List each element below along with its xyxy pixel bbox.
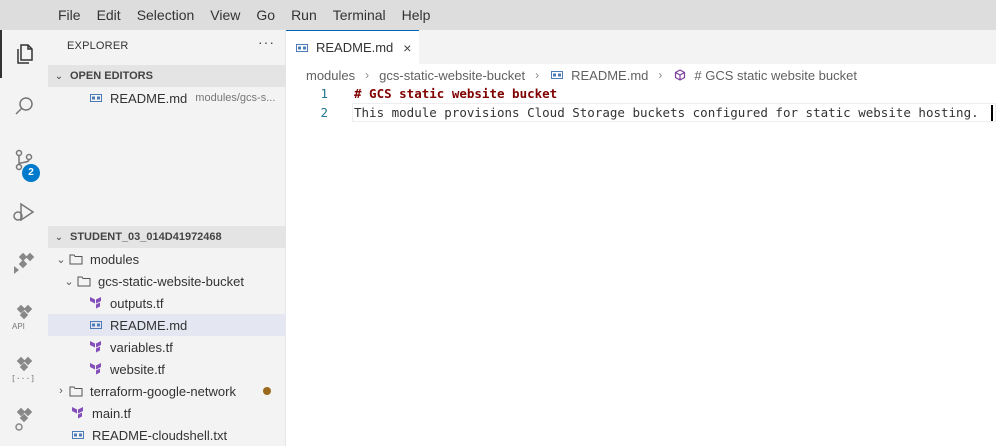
secret-manager-icon	[11, 407, 37, 433]
terraform-file-icon	[88, 295, 104, 311]
source-control-badge: 2	[22, 164, 40, 182]
source-control-activity-button[interactable]: 2	[0, 136, 48, 184]
chevron-down-icon: ⌄	[54, 231, 64, 243]
workspace-header[interactable]: ⌄ STUDENT_03_014D41972468	[48, 226, 286, 248]
menu-bar: File Edit Selection View Go Run Terminal…	[0, 0, 996, 30]
explorer-activity-button[interactable]	[0, 30, 48, 78]
menu-go[interactable]: Go	[248, 0, 283, 30]
tree-label: main.tf	[92, 405, 132, 421]
code-editor[interactable]: 1 # GCS static website bucket 2 This mod…	[286, 84, 996, 122]
tree-label: variables.tf	[110, 339, 173, 355]
chevron-right-icon: ›	[535, 68, 540, 82]
chevron-down-icon: ⌄	[56, 253, 66, 266]
tree-label: terraform-google-network	[90, 383, 236, 399]
menu-terminal[interactable]: Terminal	[325, 0, 394, 30]
explorer-sidebar: EXPLORER ··· ⌄ OPEN EDITORS README.md mo…	[48, 30, 286, 446]
menu-run[interactable]: Run	[283, 0, 325, 30]
breadcrumb-file[interactable]: README.md	[571, 68, 648, 83]
tree-file-website[interactable]: website.tf	[48, 358, 286, 380]
secret-manager-activity-button[interactable]	[0, 396, 48, 444]
tree-file-variables[interactable]: variables.tf	[48, 336, 286, 358]
api-label: API	[12, 322, 25, 331]
line-text[interactable]: This module provisions Cloud Storage buc…	[354, 103, 979, 122]
menu-view[interactable]: View	[202, 0, 248, 30]
line-number: 1	[320, 86, 328, 101]
folder-icon	[68, 383, 84, 399]
terraform-file-icon	[88, 339, 104, 355]
code-label: [···]	[11, 374, 36, 383]
symbol-icon	[672, 67, 688, 83]
tree-folder-modules[interactable]: ⌄ modules	[48, 248, 286, 270]
tree-label: gcs-static-website-bucket	[98, 273, 244, 289]
tree-label: website.tf	[110, 361, 165, 377]
search-icon	[12, 94, 36, 118]
open-editor-path: modules/gcs-s...	[195, 92, 276, 104]
tree-label: outputs.tf	[110, 295, 164, 311]
open-editors-label: OPEN EDITORS	[70, 70, 153, 82]
markdown-file-icon	[549, 67, 565, 83]
code-line: 2 This module provisions Cloud Storage b…	[286, 103, 996, 122]
open-editors-header[interactable]: ⌄ OPEN EDITORS	[48, 65, 286, 87]
open-editor-name: README.md	[110, 90, 188, 106]
tab-readme[interactable]: README.md ×	[286, 30, 419, 64]
tree-file-outputs[interactable]: outputs.tf	[48, 292, 286, 314]
tree-label: README-cloudshell.txt	[92, 427, 228, 443]
run-debug-icon	[11, 200, 37, 224]
modified-dot-icon	[263, 387, 271, 395]
editor-tab-bar: README.md ×	[286, 30, 996, 64]
markdown-file-icon	[88, 90, 104, 106]
chevron-down-icon: ⌄	[54, 70, 64, 82]
explorer-title: EXPLORER	[67, 40, 129, 52]
menu-edit[interactable]: Edit	[89, 0, 129, 30]
run-debug-activity-button[interactable]	[0, 188, 48, 236]
menu-file[interactable]: File	[50, 0, 89, 30]
tree-file-readme-cloudshell[interactable]: README-cloudshell.txt	[48, 424, 286, 446]
tree-label: modules	[90, 251, 140, 267]
workspace-label: STUDENT_03_014D41972468	[70, 231, 222, 243]
tree-folder-network[interactable]: › terraform-google-network	[48, 380, 286, 402]
activity-bar: 2 API [···]	[0, 30, 48, 446]
cloud-apis-activity-button[interactable]: API	[0, 292, 48, 340]
menu-help[interactable]: Help	[394, 0, 439, 30]
tree-file-readme[interactable]: README.md	[48, 314, 286, 336]
files-icon	[13, 42, 37, 66]
chevron-right-icon: ›	[59, 385, 63, 397]
tree-file-main[interactable]: main.tf	[48, 402, 286, 424]
open-editor-item[interactable]: README.md modules/gcs-s...	[48, 87, 286, 109]
text-cursor	[991, 105, 993, 121]
tab-label: README.md	[316, 40, 394, 55]
terraform-file-icon	[88, 361, 104, 377]
search-activity-button[interactable]	[0, 82, 48, 130]
folder-icon	[76, 273, 92, 289]
folder-icon	[68, 251, 84, 267]
markdown-file-icon	[88, 317, 104, 333]
breadcrumb-gcs-folder[interactable]: gcs-static-website-bucket	[379, 68, 525, 83]
cloud-code-activity-button[interactable]	[0, 240, 48, 288]
chevron-down-icon: ⌄	[64, 275, 74, 288]
line-number: 2	[320, 105, 328, 120]
markdown-file-icon	[294, 40, 310, 56]
tree-folder-gcs[interactable]: ⌄ gcs-static-website-bucket	[48, 270, 286, 292]
breadcrumb: modules › gcs-static-website-bucket › RE…	[306, 64, 857, 86]
terraform-file-icon	[70, 405, 86, 421]
cloud-run-activity-button[interactable]: [···]	[0, 344, 48, 392]
more-actions-button[interactable]: ···	[258, 34, 275, 50]
chevron-right-icon: ›	[365, 68, 370, 82]
tree-label: README.md	[110, 317, 188, 333]
menu-selection[interactable]: Selection	[129, 0, 203, 30]
code-line: 1 # GCS static website bucket	[286, 84, 996, 103]
text-file-icon	[70, 427, 86, 443]
chevron-right-icon: ›	[658, 68, 663, 82]
cloud-code-icon	[11, 252, 37, 276]
line-text[interactable]: # GCS static website bucket	[354, 84, 557, 103]
close-tab-icon[interactable]: ×	[403, 40, 411, 56]
breadcrumb-symbol[interactable]: # GCS static website bucket	[694, 68, 857, 83]
breadcrumb-modules[interactable]: modules	[306, 68, 355, 83]
